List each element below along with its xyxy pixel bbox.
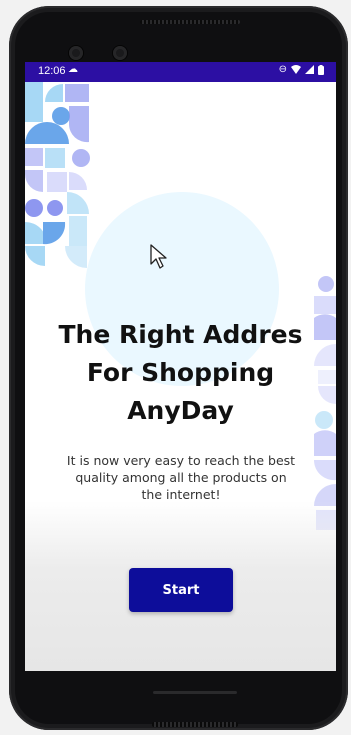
battery-icon [318, 64, 324, 75]
signal-icon [305, 65, 314, 74]
title-line: AnyDay [127, 396, 234, 425]
onboarding-subtitle: It is now very easy to reach the best qu… [66, 453, 296, 502]
decorative-shapes-left [25, 82, 90, 268]
status-time: 12:06 [38, 65, 66, 77]
wifi-icon [291, 65, 301, 74]
status-bar: 12:06 ☁ ⊖ [25, 62, 336, 82]
onboarding-title: The Right Addres For Shopping AnyDay [25, 316, 336, 430]
cloud-icon: ☁ [68, 64, 78, 75]
status-icons: ⊖ [279, 64, 324, 75]
title-line: For Shopping [86, 358, 275, 387]
bottom-speaker [152, 722, 238, 727]
do-not-disturb-icon: ⊖ [278, 64, 287, 75]
top-speaker [140, 20, 240, 24]
mouse-cursor-icon [150, 244, 167, 269]
title-line: The Right Addres [58, 320, 303, 349]
start-button[interactable]: Start [129, 568, 233, 612]
front-sensor-icon [113, 46, 127, 60]
app-screen: 12:06 ☁ ⊖ The Right Addres For Shopping … [25, 62, 336, 671]
front-camera-icon [69, 46, 83, 60]
bottom-bezel-line [153, 691, 237, 694]
